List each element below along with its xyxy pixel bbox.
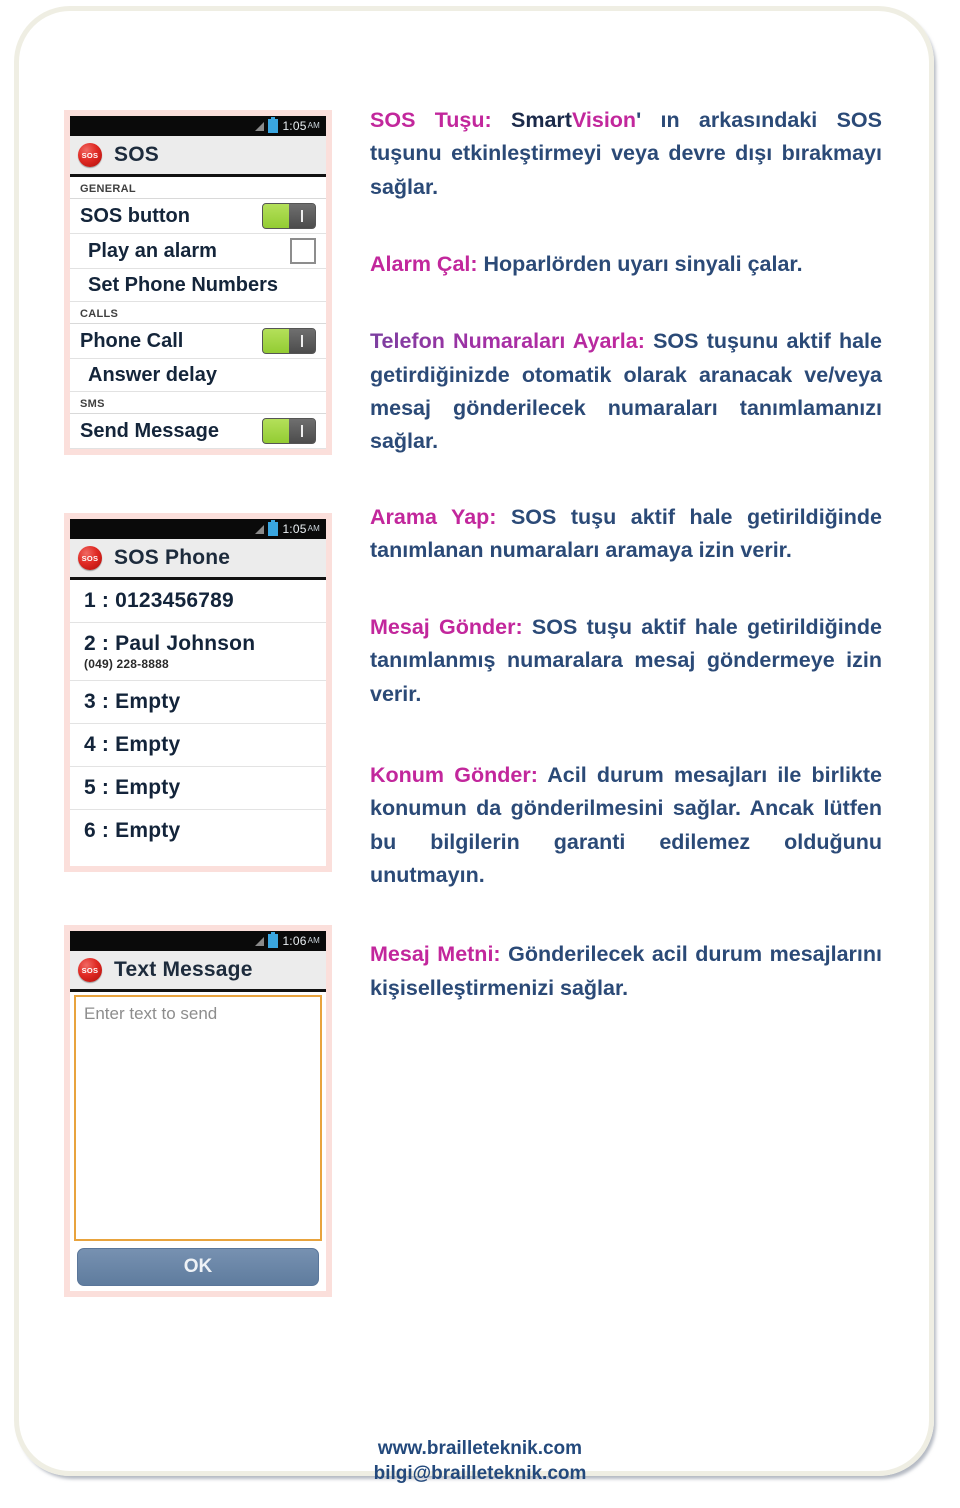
section-header-general: GENERAL xyxy=(70,177,326,199)
list-bottom-spacer xyxy=(70,852,326,866)
status-bar: 1:06AM xyxy=(70,931,326,951)
app-title: Text Message xyxy=(114,958,253,981)
brand-vision: Vision xyxy=(571,108,637,132)
section-header-sms: SMS xyxy=(70,392,326,414)
app-title: SOS Phone xyxy=(114,546,231,569)
action-bar: SOS SOS Phone xyxy=(70,539,326,580)
phone-entry-row[interactable]: 6 : Empty xyxy=(70,810,326,852)
battery-icon xyxy=(268,932,279,948)
setting-row-answer-delay[interactable]: Answer delay xyxy=(70,359,326,392)
setting-row-send-message[interactable]: Send Message xyxy=(70,414,326,449)
footer: www.brailleteknik.com bilgi@brailletekni… xyxy=(0,1436,960,1486)
setting-label: SOS button xyxy=(80,204,190,227)
toggle-sos-button[interactable] xyxy=(262,203,316,229)
screenshot-sos-phone-list: 1:05AM SOS SOS Phone 1 : 0123456789 2 : … xyxy=(64,513,332,872)
phone-entry-main: 2 : Paul Johnson xyxy=(84,632,256,655)
page-content: 1:05AM SOS SOS GENERAL SOS button Play a… xyxy=(0,0,960,1508)
action-bar: SOS Text Message xyxy=(70,951,326,992)
signal-bars-icon xyxy=(255,121,265,131)
paragraph-text: Hoparlörden uyarı sinyali çalar. xyxy=(477,251,803,276)
phone-entry-row[interactable]: 1 : 0123456789 xyxy=(70,580,326,623)
brand-smart: Smart xyxy=(510,108,572,132)
ok-button[interactable]: OK xyxy=(77,1248,319,1286)
term-label: Telefon Numaraları Ayarla: xyxy=(370,329,645,354)
description-column: SOS Tuşu: SmartVision' ın arkasındaki SO… xyxy=(370,104,882,1031)
term-label: Alarm Çal: xyxy=(370,251,478,276)
phone-entry-main: 5 : Empty xyxy=(84,776,181,799)
sos-icon: SOS xyxy=(78,546,102,570)
setting-row-play-an-alarm[interactable]: Play an alarm xyxy=(70,234,326,269)
setting-row-set-phone-numbers[interactable]: Set Phone Numbers xyxy=(70,269,326,302)
phone-screen: 1:05AM SOS SOS Phone 1 : 0123456789 2 : … xyxy=(70,519,326,866)
toggle-send-message[interactable] xyxy=(262,418,316,444)
paragraph-alarm-cal: Alarm Çal: Hoparlörden uyarı sinyali çal… xyxy=(370,248,882,281)
phone-entry-main: 1 : 0123456789 xyxy=(84,589,234,612)
paragraph-konum-gonder: Konum Gönder: Acil durum mesajları ile b… xyxy=(370,759,882,892)
phone-screen: 1:06AM SOS Text Message Enter text to se… xyxy=(70,931,326,1291)
setting-row-phone-call[interactable]: Phone Call xyxy=(70,324,326,359)
status-clock: 1:05AM xyxy=(282,119,320,133)
term-label: Konum Gönder: xyxy=(370,763,538,788)
paragraph-sos-tusu: SOS Tuşu: SmartVision' ın arkasındaki SO… xyxy=(370,104,882,204)
section-header-calls: CALLS xyxy=(70,302,326,324)
signal-bars-icon xyxy=(255,936,265,946)
action-bar: SOS SOS xyxy=(70,136,326,177)
term-label: Arama Yap: xyxy=(370,504,497,529)
setting-label: Send Message xyxy=(80,419,219,442)
phone-entry-main: 3 : Empty xyxy=(84,690,181,713)
screenshot-sos-settings: 1:05AM SOS SOS GENERAL SOS button Play a… xyxy=(64,110,332,455)
footer-website[interactable]: www.brailleteknik.com xyxy=(0,1436,960,1461)
setting-label: Play an alarm xyxy=(88,239,217,262)
phone-entry-row[interactable]: 2 : Paul Johnson (049) 228-8888 xyxy=(70,623,326,681)
signal-bars-icon xyxy=(255,524,265,534)
setting-label: Answer delay xyxy=(88,363,217,386)
paragraph-mesaj-metni: Mesaj Metni: Gönderilecek acil durum mes… xyxy=(370,938,882,1005)
phone-entry-main: 4 : Empty xyxy=(84,733,181,756)
app-title: SOS xyxy=(114,143,159,166)
paragraph-arama-yap: Arama Yap: SOS tuşu aktif hale getirildi… xyxy=(370,501,882,568)
setting-label: Set Phone Numbers xyxy=(88,273,279,296)
battery-icon xyxy=(268,117,279,133)
phone-screen: 1:05AM SOS SOS GENERAL SOS button Play a… xyxy=(70,116,326,449)
status-clock: 1:06AM xyxy=(282,934,320,948)
screenshot-text-message: 1:06AM SOS Text Message Enter text to se… xyxy=(64,925,332,1297)
message-placeholder: Enter text to send xyxy=(84,1004,218,1023)
status-bar: 1:05AM xyxy=(70,116,326,136)
paragraph-mesaj-gonder: Mesaj Gönder: SOS tuşu aktif hale getiri… xyxy=(370,611,882,711)
paragraph-telefon-numaralari-ayarla: Telefon Numaraları Ayarla: SOS tuşunu ak… xyxy=(370,325,882,458)
phone-entry-row[interactable]: 3 : Empty xyxy=(70,681,326,724)
term-label: Mesaj Metni: xyxy=(370,942,501,967)
status-clock: 1:05AM xyxy=(282,522,320,536)
term-label: Mesaj Gönder: xyxy=(370,615,523,640)
message-textarea[interactable]: Enter text to send xyxy=(74,995,322,1241)
sos-icon: SOS xyxy=(78,958,102,982)
setting-row-sos-button[interactable]: SOS button xyxy=(70,199,326,234)
status-bar: 1:05AM xyxy=(70,519,326,539)
phone-entry-row[interactable]: 4 : Empty xyxy=(70,724,326,767)
phone-entry-main: 6 : Empty xyxy=(84,819,181,842)
battery-icon xyxy=(268,520,279,536)
toggle-phone-call[interactable] xyxy=(262,328,316,354)
sos-icon: SOS xyxy=(78,143,102,167)
setting-label: Phone Call xyxy=(80,329,184,352)
phone-entry-sub: (049) 228-8888 xyxy=(84,657,169,671)
checkbox-play-an-alarm[interactable] xyxy=(290,238,316,264)
term-label: SOS Tuşu: xyxy=(370,108,492,132)
phone-entry-row[interactable]: 5 : Empty xyxy=(70,767,326,810)
footer-email[interactable]: bilgi@brailleteknik.com xyxy=(0,1461,960,1486)
